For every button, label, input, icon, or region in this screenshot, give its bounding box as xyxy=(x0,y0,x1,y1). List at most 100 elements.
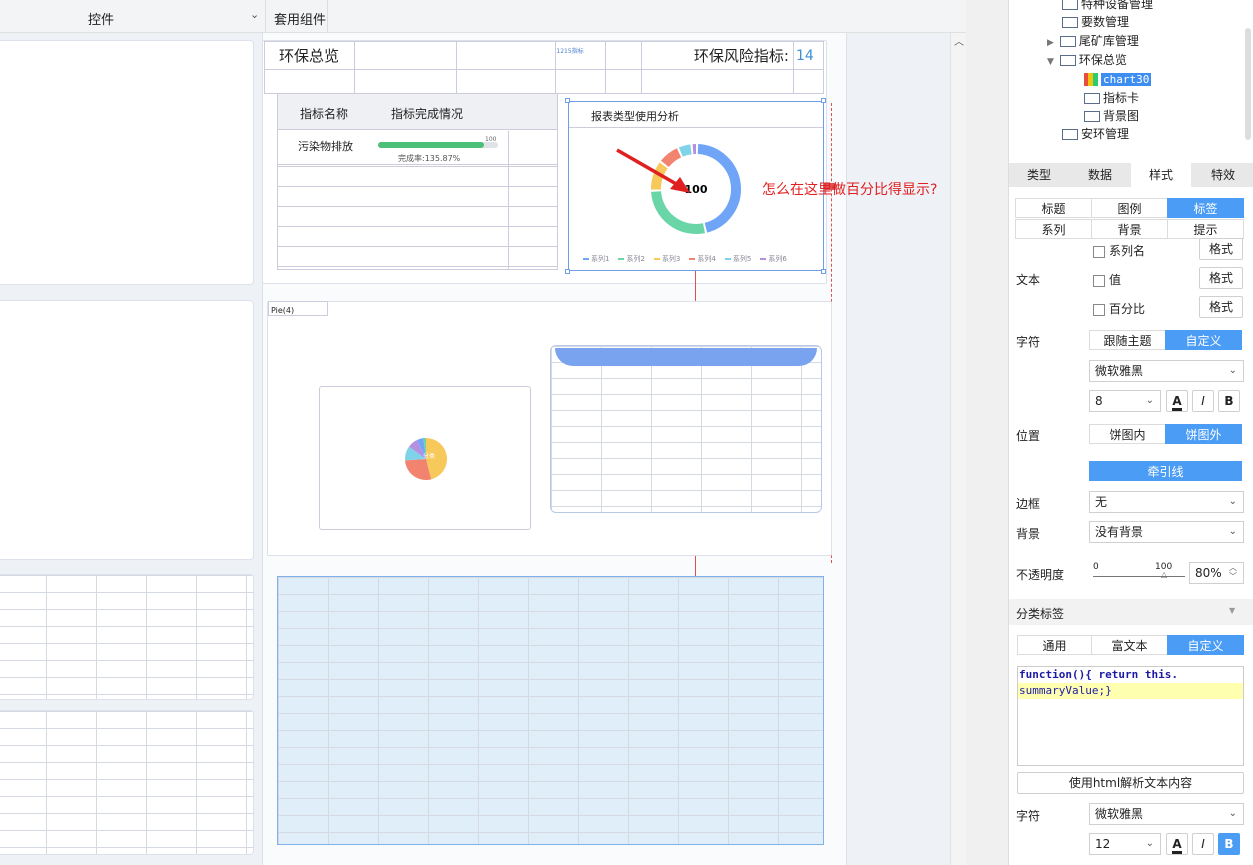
legend-item-1[interactable]: 系列1 xyxy=(583,255,609,263)
font2-color-button[interactable]: A xyxy=(1166,833,1188,855)
tab-data[interactable]: 数据 xyxy=(1070,163,1130,187)
spinner-icon[interactable]: ︿ ﹀ xyxy=(1229,563,1237,581)
widget-icon xyxy=(1084,111,1100,122)
tree-item-data-mgmt[interactable]: 要数管理 xyxy=(1062,13,1129,31)
tree-scrollbar[interactable] xyxy=(1245,28,1251,140)
chevron-right-icon[interactable]: ▶ xyxy=(1047,38,1054,48)
series-name-checkbox[interactable] xyxy=(1093,245,1105,258)
tab-style[interactable]: 样式 xyxy=(1131,163,1191,187)
font-size-select[interactable]: 8 ⌄ xyxy=(1089,390,1161,412)
font2-family-select[interactable]: 微软雅黑 ⌄ xyxy=(1089,803,1244,825)
opacity-min: 0 xyxy=(1093,562,1099,572)
tab-effects[interactable]: 特效 xyxy=(1192,163,1253,187)
bold-button[interactable]: B xyxy=(1218,390,1240,412)
border-select[interactable]: 无 ⌄ xyxy=(1089,491,1244,513)
components-tab[interactable]: 套用组件 xyxy=(266,0,328,33)
custom-font-toggle[interactable]: 自定义 xyxy=(1165,330,1242,350)
outside-pie-toggle[interactable]: 饼图外 xyxy=(1165,424,1242,444)
tab-type[interactable]: 类型 xyxy=(1009,163,1069,187)
panel-gutter xyxy=(966,0,1008,865)
legend-marker xyxy=(618,258,625,260)
background-label: 背景 xyxy=(1016,527,1041,541)
inside-pie-toggle[interactable]: 饼图内 xyxy=(1089,424,1166,444)
value-option[interactable]: 值 xyxy=(1093,271,1121,288)
value-format-button[interactable]: 格式 xyxy=(1199,267,1243,289)
env-risk-value: 14 xyxy=(795,47,814,64)
category-label-header[interactable]: 分类标签 ▼ xyxy=(1009,599,1253,625)
left-card-mid[interactable] xyxy=(0,300,254,560)
tree-item-env-overview[interactable]: ▼ 环保总览 xyxy=(1047,51,1127,69)
opacity-input[interactable]: 80% ︿ ﹀ xyxy=(1189,562,1244,584)
background-value: 没有背景 xyxy=(1095,525,1144,539)
legend-label: 系列6 xyxy=(768,255,787,263)
opacity-slider[interactable]: 0 100 △ xyxy=(1093,562,1185,586)
top-small-text: 1215指标 xyxy=(556,48,584,55)
mini-pie-card[interactable]: 分类 xyxy=(319,386,531,530)
blue-table-widget[interactable] xyxy=(550,345,822,513)
legend-item-4[interactable]: 系列4 xyxy=(689,255,716,263)
general-toggle[interactable]: 通用 xyxy=(1017,635,1092,655)
indicator-table[interactable]: 指标名称 指标完成情况 污染物排放 100 完成率:135.87% xyxy=(277,93,558,270)
percent-option[interactable]: 百分比 xyxy=(1093,300,1145,317)
legend-item-5[interactable]: 系列5 xyxy=(724,255,752,263)
code-editor[interactable]: function(){ return this. summaryValue;} xyxy=(1017,666,1244,766)
tree-item-tailings[interactable]: ▶ 尾矿库管理 xyxy=(1047,32,1139,50)
row1-name: 污染物排放 xyxy=(298,140,353,153)
leader-line-toggle[interactable]: 牵引线 xyxy=(1089,461,1242,481)
percent-checkbox[interactable] xyxy=(1093,303,1105,316)
selected-grid-area[interactable] xyxy=(277,576,824,845)
tree-item-background[interactable]: 背景图 xyxy=(1084,107,1139,125)
selection-handle-tr[interactable] xyxy=(821,98,826,103)
legend-marker xyxy=(689,258,696,260)
rich-text-toggle[interactable]: 富文本 xyxy=(1091,635,1168,655)
left-card-top[interactable] xyxy=(0,40,254,285)
subtab-legend[interactable]: 图例 xyxy=(1091,198,1168,218)
font2-size-select[interactable]: 12 ⌄ xyxy=(1089,833,1161,855)
controls-dropdown[interactable]: 控件 ⌄ xyxy=(0,0,266,33)
tree-label: 特种设备管理 xyxy=(1081,0,1154,11)
custom-label-toggle[interactable]: 自定义 xyxy=(1167,635,1244,655)
slider-thumb-icon[interactable]: △ xyxy=(1161,570,1167,579)
subtab-label[interactable]: 标签 xyxy=(1167,198,1244,218)
scroll-up-icon[interactable]: ︿ xyxy=(954,33,964,48)
chevron-down-icon[interactable]: ▼ xyxy=(1047,57,1054,67)
subtab-tooltip[interactable]: 提示 xyxy=(1167,219,1244,239)
font-family-select[interactable]: 微软雅黑 ⌄ xyxy=(1089,360,1244,382)
tree-item-chart30[interactable]: chart30 xyxy=(1084,70,1152,88)
series-name-option[interactable]: 系列名 xyxy=(1093,242,1145,259)
font2-italic-button[interactable]: I xyxy=(1192,833,1214,855)
legend-label: 系列5 xyxy=(732,255,752,263)
legend-marker xyxy=(724,258,731,260)
tree-item-safety[interactable]: 安环管理 xyxy=(1062,125,1129,143)
subtab-title[interactable]: 标题 xyxy=(1015,198,1092,218)
follow-theme-toggle[interactable]: 跟随主题 xyxy=(1089,330,1166,350)
chevron-down-icon: ⌄ xyxy=(1228,365,1237,376)
design-canvas[interactable]: 环保总览 1215指标 环保风险指标: 14 指标名称 指标完成情况 污染物排放 xyxy=(0,33,950,865)
background-select[interactable]: 没有背景 ⌄ xyxy=(1089,521,1244,543)
percent-format-button[interactable]: 格式 xyxy=(1199,296,1243,318)
selection-handle-bl[interactable] xyxy=(565,269,570,274)
font-label: 字符 xyxy=(1016,335,1041,349)
legend-item-3[interactable]: 系列3 xyxy=(653,255,680,263)
left-grid-bottom[interactable] xyxy=(0,710,254,855)
subtab-series[interactable]: 系列 xyxy=(1015,219,1092,239)
font2-bold-button[interactable]: B xyxy=(1218,833,1240,855)
opacity-track xyxy=(1093,576,1185,577)
main-tab-bar: 类型 数据 样式 特效 xyxy=(1009,163,1253,187)
legend-item-2[interactable]: 系列2 xyxy=(618,255,645,263)
tree-item-indicator-card[interactable]: 指标卡 xyxy=(1084,89,1139,107)
tree-item-special-equip[interactable]: 特种设备管理 xyxy=(1062,0,1153,13)
canvas-vertical-scrollbar[interactable]: ︿ xyxy=(950,33,966,865)
series-name-format-button[interactable]: 格式 xyxy=(1199,238,1243,260)
collapse-icon[interactable]: ▼ xyxy=(1229,606,1235,615)
subtab-background[interactable]: 背景 xyxy=(1091,219,1168,239)
italic-button[interactable]: I xyxy=(1192,390,1214,412)
selection-handle-br[interactable] xyxy=(821,269,826,274)
left-grid-top[interactable] xyxy=(0,574,254,700)
html-parse-button[interactable]: 使用html解析文本内容 xyxy=(1017,772,1244,794)
value-checkbox[interactable] xyxy=(1093,274,1105,287)
font-color-button[interactable]: A xyxy=(1166,390,1188,412)
selection-handle-tl[interactable] xyxy=(565,98,570,103)
tree-label: 背景图 xyxy=(1103,109,1140,123)
legend-item-6[interactable]: 系列6 xyxy=(760,255,787,263)
